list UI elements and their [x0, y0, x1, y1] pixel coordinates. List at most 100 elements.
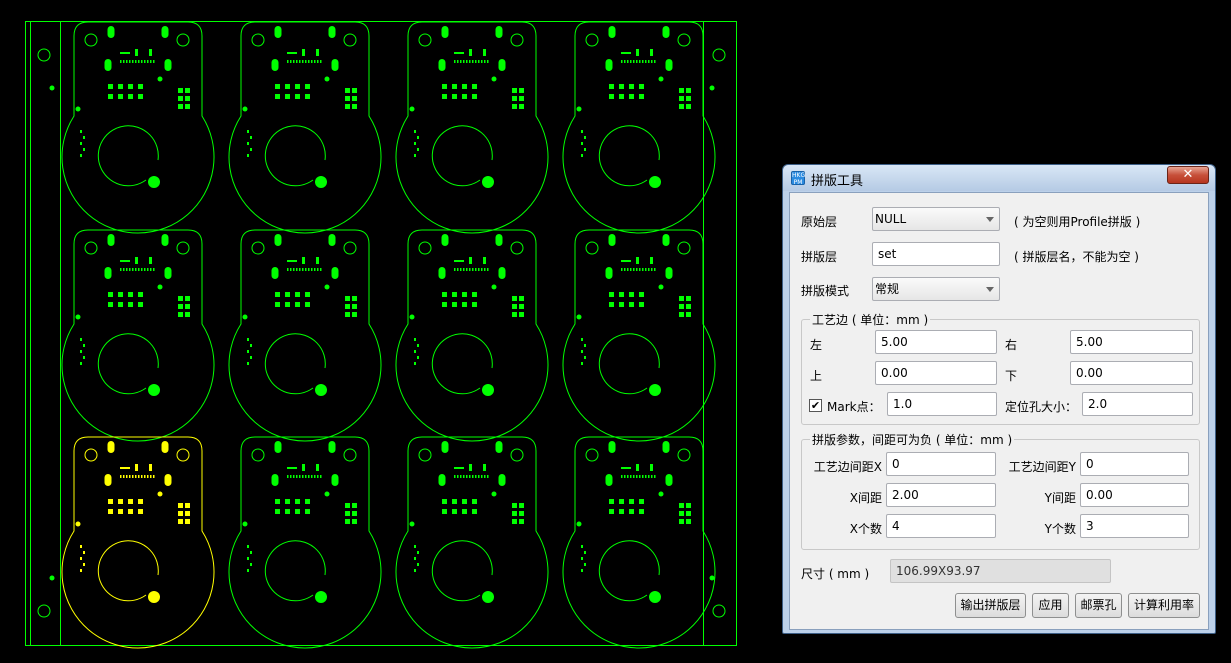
- edge-top-input[interactable]: 0.00: [875, 361, 997, 385]
- connector-pin: [290, 475, 292, 478]
- utilization-button[interactable]: 计算利用率: [1128, 593, 1200, 618]
- edge-gap-x-input[interactable]: 0: [886, 452, 996, 476]
- connector-pin: [630, 60, 632, 63]
- pcb-canvas[interactable]: [0, 0, 780, 663]
- oval-pad: [331, 267, 339, 279]
- smd-pad: [185, 296, 190, 301]
- smd-pad: [316, 257, 319, 264]
- pcb-board: [395, 21, 549, 234]
- pcb-panel-drawing[interactable]: [0, 0, 780, 663]
- chevron-down-icon: [986, 287, 994, 292]
- smd-pad: [686, 104, 691, 109]
- edge-bottom-label: 下: [1005, 369, 1018, 383]
- via: [250, 344, 252, 347]
- panel-mode-select[interactable]: 常规: [872, 277, 1000, 301]
- large-pad: [649, 591, 661, 603]
- close-button[interactable]: ✕: [1167, 166, 1209, 184]
- via: [417, 551, 419, 554]
- panel-params-title: 拼版参数，间距可为负 ( 单位：mm ): [810, 431, 1015, 448]
- smd-pad: [128, 509, 133, 514]
- connector-pin: [654, 60, 656, 63]
- panel-layer-input[interactable]: set: [872, 242, 1000, 266]
- large-pad: [482, 591, 494, 603]
- smd-pad: [305, 302, 310, 307]
- mounting-hole: [251, 33, 265, 47]
- y-count-input[interactable]: 3: [1080, 514, 1189, 538]
- smd-pad: [442, 292, 447, 297]
- smd-pad: [302, 49, 305, 56]
- edge-gap-y-input[interactable]: 0: [1080, 452, 1189, 476]
- dialog-title-bar[interactable]: HKG PM 拼版工具 ✕: [783, 165, 1215, 191]
- via: [417, 148, 419, 151]
- stamp-hole-button[interactable]: 邮票孔: [1075, 593, 1122, 618]
- via: [247, 569, 249, 572]
- smd-pad: [462, 499, 467, 504]
- via: [581, 154, 583, 157]
- via: [581, 130, 583, 133]
- connector-pin: [460, 60, 462, 63]
- test-point: [491, 76, 497, 82]
- connector-pin: [621, 475, 623, 478]
- x-gap-input[interactable]: 2.00: [886, 483, 996, 507]
- connector-pin: [290, 268, 292, 271]
- y-gap-input[interactable]: 0.00: [1080, 483, 1189, 507]
- smd-pad: [629, 302, 634, 307]
- smd-pad: [472, 292, 477, 297]
- edge-left-input[interactable]: 5.00: [875, 330, 997, 354]
- mark-checkbox[interactable]: ✔: [809, 399, 822, 412]
- smd-pad: [118, 509, 123, 514]
- mounting-hole: [585, 448, 599, 462]
- large-pad: [315, 176, 327, 188]
- connector-pin: [454, 268, 456, 271]
- connector-pin: [642, 475, 644, 478]
- connector-pin: [472, 268, 474, 271]
- connector-pin: [466, 475, 468, 478]
- oval-pad: [328, 26, 336, 38]
- apply-button[interactable]: 应用: [1032, 593, 1069, 618]
- smd-pad: [128, 94, 133, 99]
- connector-pin: [311, 60, 313, 63]
- mark-size-input[interactable]: 1.0: [887, 392, 997, 416]
- via: [581, 350, 583, 353]
- connector-pin: [645, 268, 647, 271]
- connector-pin: [487, 60, 489, 63]
- connector-pin: [469, 475, 471, 478]
- connector-pin: [308, 268, 310, 271]
- connector-pin: [475, 268, 477, 271]
- connector-pin: [153, 60, 155, 63]
- connector-pin: [636, 268, 638, 271]
- connector-pin: [460, 475, 462, 478]
- edge-bottom-input[interactable]: 0.00: [1070, 361, 1193, 385]
- smd-pad: [636, 464, 639, 471]
- output-panel-layer-button[interactable]: 输出拼版层: [955, 593, 1026, 618]
- smd-pad: [629, 499, 634, 504]
- smd-pad: [118, 302, 123, 307]
- edge-right-input[interactable]: 5.00: [1070, 330, 1193, 354]
- connector-pin: [144, 475, 146, 478]
- smd-pad: [185, 519, 190, 524]
- source-layer-select[interactable]: NULL: [872, 207, 1000, 231]
- smd-pad: [178, 511, 183, 516]
- oval-pad: [608, 26, 616, 38]
- left-process-rail: [30, 21, 61, 646]
- smd-pad: [686, 88, 691, 93]
- smd-pad: [619, 94, 624, 99]
- oval-pad: [104, 59, 112, 71]
- x-count-input[interactable]: 4: [886, 514, 996, 538]
- connector-pin: [123, 475, 125, 478]
- oval-pad: [271, 474, 279, 486]
- smd-pad: [629, 94, 634, 99]
- locating-hole-input[interactable]: 2.0: [1082, 392, 1193, 416]
- connector-pin: [636, 475, 638, 478]
- pcb-board: [562, 436, 716, 649]
- connector-pin: [630, 268, 632, 271]
- via: [414, 154, 416, 157]
- via: [250, 563, 252, 566]
- test-point: [75, 314, 81, 320]
- smd-pad: [185, 312, 190, 317]
- via: [581, 142, 583, 145]
- large-pad: [482, 176, 494, 188]
- connector-pin: [630, 475, 632, 478]
- oval-pad: [665, 474, 673, 486]
- connector-pin: [290, 60, 292, 63]
